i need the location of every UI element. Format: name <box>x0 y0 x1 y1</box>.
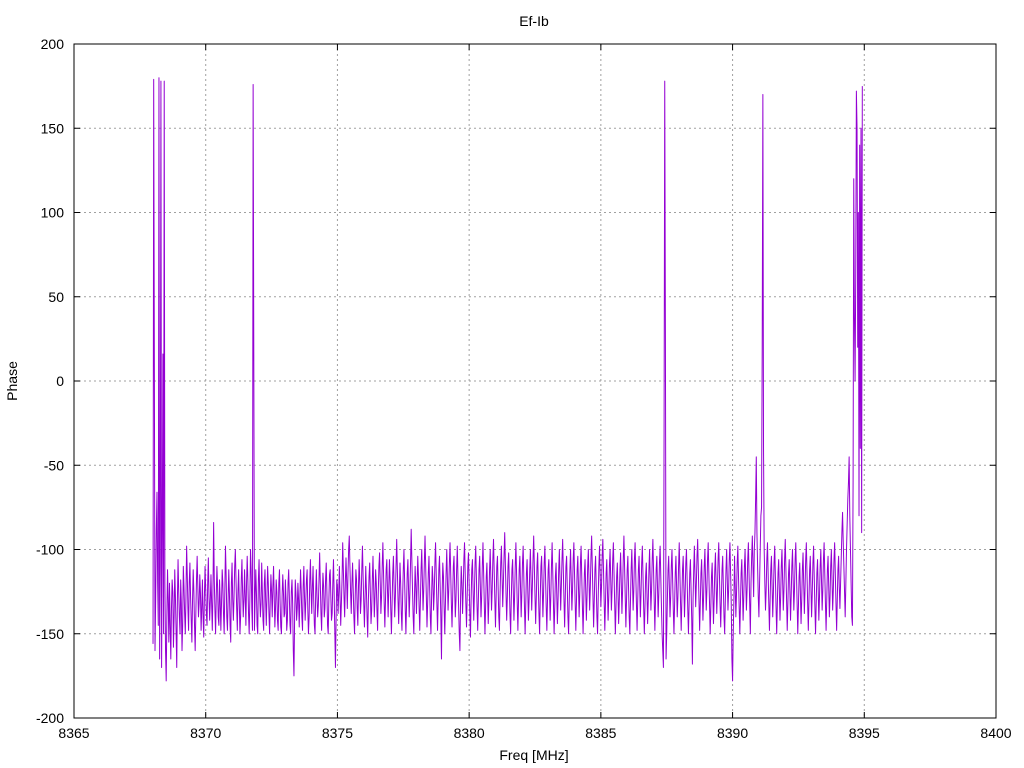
x-tick-label: 8400 <box>980 725 1011 741</box>
y-tick-label: 0 <box>56 373 64 389</box>
x-tick-label: 8375 <box>322 725 353 741</box>
chart-title: Ef-Ib <box>519 13 549 29</box>
y-tick-label: 150 <box>41 120 65 136</box>
phase-line-chart: 8365 8370 8375 8380 8385 8390 8395 8400 -200 -15… <box>0 0 1024 768</box>
x-tick-label: 8380 <box>454 725 485 741</box>
y-tick-label: -50 <box>44 457 64 473</box>
x-tick-label: 8365 <box>58 725 89 741</box>
y-tick-label: -150 <box>36 626 64 642</box>
x-tick-label: 8385 <box>585 725 616 741</box>
y-axis-title: Phase <box>4 361 20 401</box>
y-tick-label: -100 <box>36 542 64 558</box>
y-tick-label: 100 <box>41 205 65 221</box>
y-tick-label: 50 <box>48 289 64 305</box>
x-tick-label: 8395 <box>849 725 880 741</box>
x-tick-label: 8390 <box>717 725 748 741</box>
y-tick-label: 200 <box>41 36 65 52</box>
x-tick-label: 8370 <box>190 725 221 741</box>
x-axis-title: Freq [MHz] <box>499 747 568 763</box>
y-tick-label: -200 <box>36 710 64 726</box>
